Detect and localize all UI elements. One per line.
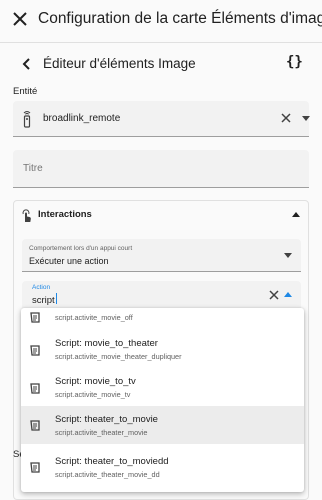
script-text-icon <box>30 383 40 394</box>
action-suggestions-list: script.activite_movie_off Script: movie_… <box>21 308 304 492</box>
dialog-header: Configuration de la carte Éléments d'ima… <box>0 0 322 38</box>
back-arrow-icon[interactable] <box>20 56 34 72</box>
dropdown-arrow-icon[interactable] <box>284 253 292 258</box>
title-field[interactable]: Titre <box>13 150 309 188</box>
list-item-secondary: script.activite_theater_movie_dd <box>55 470 160 479</box>
script-text-icon <box>30 345 40 356</box>
action-label: Action <box>32 284 51 291</box>
list-item[interactable]: script.activite_movie_off <box>21 308 304 330</box>
editor-title: Éditeur d'éléments Image <box>43 56 196 71</box>
list-item-secondary: script.activite_movie_tv <box>55 390 131 399</box>
list-item-selected[interactable]: Script: theater_to_movie script.activite… <box>21 406 304 444</box>
script-text-icon <box>30 462 40 473</box>
clear-icon[interactable] <box>268 289 280 301</box>
list-item-primary: Script: movie_to_theater <box>55 338 158 349</box>
clear-icon[interactable] <box>280 112 292 124</box>
code-editor-toggle[interactable]: {} <box>286 54 303 70</box>
list-item-primary: Script: theater_to_moviedd <box>55 456 169 467</box>
tap-action-label: Comportement lors d'un appui court <box>29 245 133 252</box>
interactions-header[interactable]: Interactions <box>38 209 92 220</box>
dropdown-arrow-icon[interactable] <box>284 292 292 297</box>
script-text-icon <box>30 312 40 323</box>
action-input-text: script <box>32 295 55 306</box>
list-item[interactable]: Script: movie_to_tv script.activite_movi… <box>21 367 304 405</box>
list-item-primary: Script: movie_to_tv <box>55 376 136 387</box>
list-item-secondary: script.activite_movie_off <box>55 313 133 322</box>
script-text-icon <box>30 420 40 431</box>
list-item-secondary: script.activite_movie_theater_dupliquer <box>55 352 182 361</box>
editor-header: Éditeur d'éléments Image {} <box>0 52 322 76</box>
list-item[interactable]: Script: movie_to_theater script.activite… <box>21 330 304 368</box>
chevron-up-icon[interactable] <box>292 212 300 217</box>
entity-label: Entité <box>13 86 38 97</box>
remote-icon <box>23 110 31 128</box>
action-combobox[interactable]: Action script <box>22 281 301 311</box>
gesture-tap-icon <box>22 209 31 222</box>
entity-value: broadlink_remote <box>43 113 121 124</box>
header-divider <box>0 42 322 43</box>
tap-action-value: Exécuter une action <box>29 256 109 266</box>
text-cursor <box>55 293 57 304</box>
entity-picker[interactable]: broadlink_remote <box>13 101 310 137</box>
tap-action-select[interactable]: Comportement lors d'un appui court Exécu… <box>22 239 301 272</box>
close-icon[interactable] <box>10 9 30 29</box>
title-placeholder: Titre <box>23 163 43 174</box>
action-input[interactable]: script <box>32 293 57 306</box>
list-item-primary: Script: theater_to_movie <box>55 414 158 425</box>
dropdown-arrow-icon[interactable] <box>302 116 310 121</box>
list-item[interactable]: Script: theater_to_moviedd script.activi… <box>21 448 304 486</box>
list-item-secondary: script.activite_theater_movie <box>55 428 148 437</box>
dialog-title: Configuration de la carte Éléments d'ima… <box>38 10 322 27</box>
